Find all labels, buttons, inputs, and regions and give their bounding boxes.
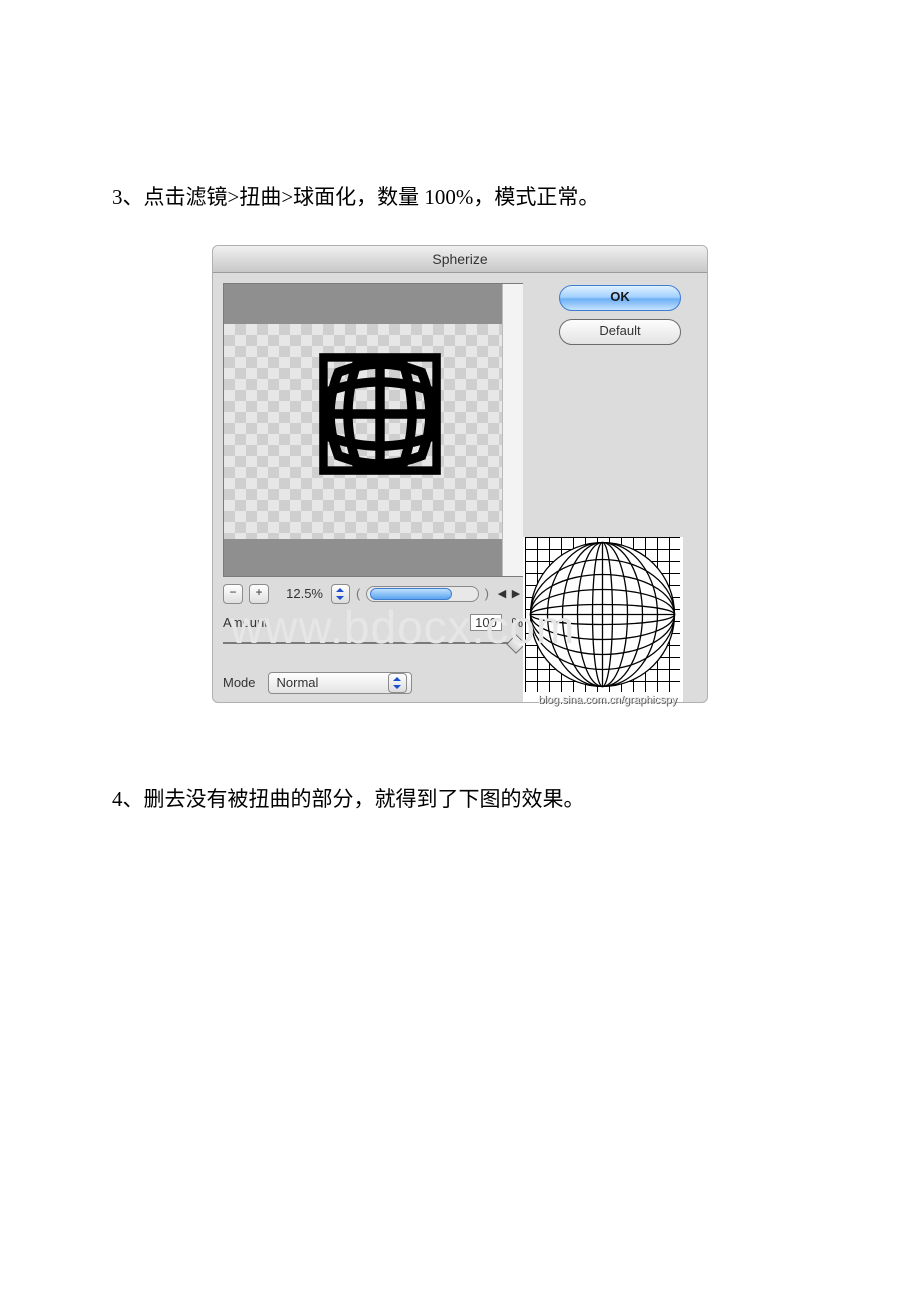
step-4-text: 4、删去没有被扭曲的部分，就得到了下图的效果。	[112, 783, 840, 817]
default-button[interactable]: Default	[559, 319, 681, 345]
hscroll-right-paren: )	[485, 586, 489, 601]
amount-unit: %	[511, 615, 523, 630]
nav-left-icon[interactable]: ◀	[495, 587, 509, 601]
amount-input[interactable]: 100	[470, 614, 502, 631]
dialog-title: Spherize	[213, 246, 707, 273]
mode-value: Normal	[277, 675, 319, 690]
hscroll-left-paren: (	[356, 586, 360, 601]
nav-right-icon[interactable]: ▶	[509, 587, 523, 601]
image-credit: blog.sina.com.cn/graphicspy	[523, 694, 683, 712]
mode-select[interactable]: Normal	[268, 672, 412, 694]
preview-area	[223, 283, 523, 577]
spherize-preview-graphic	[314, 348, 446, 480]
spherize-thumbnail-graphic	[525, 537, 680, 692]
zoom-controls: − + 12.5% ( ) ◀ ▶	[223, 583, 523, 605]
mode-label: Mode	[223, 675, 256, 690]
ok-button[interactable]: OK	[559, 285, 681, 311]
effect-thumbnail: blog.sina.com.cn/graphicspy	[523, 537, 683, 702]
zoom-stepper[interactable]	[331, 584, 350, 604]
zoom-in-button[interactable]: +	[249, 584, 269, 604]
zoom-out-button[interactable]: −	[223, 584, 243, 604]
dialog-left-column: − + 12.5% ( ) ◀ ▶ Amount 100	[223, 283, 523, 694]
amount-slider[interactable]	[223, 634, 523, 652]
dialog-right-column: OK Default	[523, 283, 697, 694]
preview-vertical-scrollbar[interactable]	[502, 284, 523, 576]
amount-label: Amount	[223, 615, 268, 630]
step-3-text: 3、点击滤镜>扭曲>球面化，数量 100%，模式正常。	[112, 181, 840, 215]
zoom-value: 12.5%	[275, 586, 325, 601]
mode-stepper-icon	[388, 673, 407, 693]
preview-horizontal-scrollbar[interactable]	[366, 586, 478, 602]
spherize-dialog: Spherize	[212, 245, 708, 703]
